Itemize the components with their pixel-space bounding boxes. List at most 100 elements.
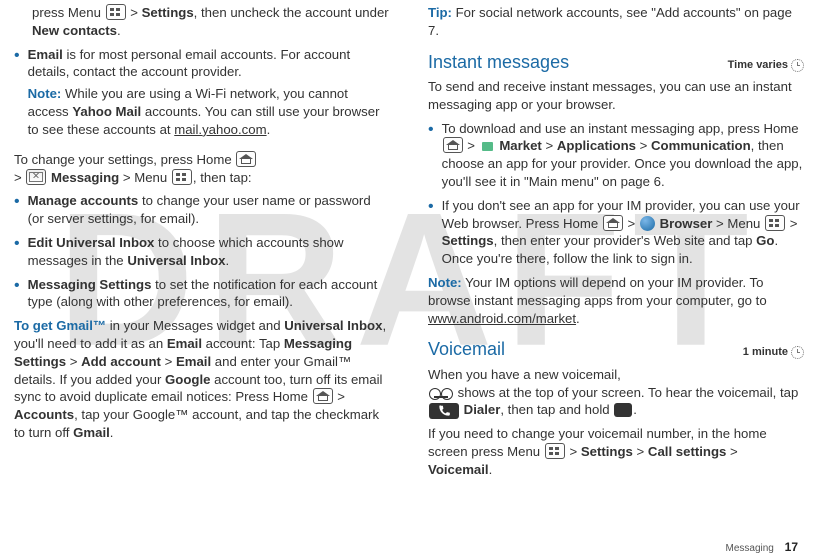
text: > <box>14 170 25 185</box>
text: account: Tap <box>202 336 284 351</box>
text: > <box>633 444 648 459</box>
clock-icon <box>791 346 804 359</box>
text: . <box>267 122 271 137</box>
bullet-dot-icon: • <box>14 192 28 228</box>
text: in your Messages widget and <box>106 318 284 333</box>
text: , then uncheck the account under <box>194 5 389 20</box>
home-icon <box>313 388 333 404</box>
home-icon <box>443 137 463 153</box>
text: . <box>117 23 121 38</box>
voicemail-icon <box>429 387 453 399</box>
yahoo-mail-label: Yahoo Mail <box>72 104 141 119</box>
right-column: Tip: For social network accounts, see "A… <box>428 0 804 485</box>
market-label: Market <box>499 138 542 153</box>
text: , then tap and hold <box>500 402 613 417</box>
text: , then enter your provider's Web site an… <box>494 233 757 248</box>
bullet-im-browser: • If you don't see an app for your IM pr… <box>428 197 804 268</box>
universal-inbox-label: Universal Inbox <box>284 318 382 333</box>
footer-page-number: 17 <box>785 540 798 554</box>
text: . <box>633 402 637 417</box>
bullet-dot-icon: • <box>14 46 28 145</box>
text: > <box>130 5 141 20</box>
market-icon <box>480 138 495 153</box>
bullet-manage-accounts: • Manage accounts to change your user na… <box>14 192 390 228</box>
text: Your IM options will depend on your IM p… <box>428 275 767 308</box>
gmail-label: Gmail <box>73 425 110 440</box>
vm-paragraph-1: When you have a new voicemail, shows at … <box>428 366 804 420</box>
bullet-dot-icon: • <box>428 120 442 191</box>
time-text: 1 minute <box>743 345 788 360</box>
top-continuation: press Menu > Settings, then uncheck the … <box>32 4 390 40</box>
bullet-edit-universal-inbox: • Edit Universal Inbox to choose which a… <box>14 234 390 270</box>
applications-label: Applications <box>557 138 636 153</box>
time-badge: Time varies <box>728 58 804 73</box>
add-account-label: Add account <box>81 354 161 369</box>
text: > <box>66 354 81 369</box>
bullet-im-download: • To download and use an instant messagi… <box>428 120 804 191</box>
android-market-link[interactable]: www.android.com/market <box>428 311 576 326</box>
mail-yahoo-link[interactable]: mail.yahoo.com <box>174 122 266 137</box>
heading-text: Voicemail <box>428 337 505 361</box>
browser-label: Browser <box>660 216 713 231</box>
text: , then tap: <box>193 170 252 185</box>
email-label: Email <box>28 47 63 62</box>
menu-icon <box>765 215 785 231</box>
bullet-email: • Email is for most personal email accou… <box>14 46 390 145</box>
left-column: press Menu > Settings, then uncheck the … <box>14 0 390 485</box>
manage-accounts-label: Manage accounts <box>28 193 139 208</box>
text: > <box>334 389 345 404</box>
vm-paragraph-2: If you need to change your voicemail num… <box>428 425 804 478</box>
menu-icon <box>545 443 565 459</box>
email-label: Email <box>167 336 202 351</box>
text: > <box>636 138 651 153</box>
settings-label: Settings <box>142 5 194 20</box>
mail-icon <box>26 169 46 185</box>
im-intro: To send and receive instant messages, yo… <box>428 78 804 114</box>
dialer-label: Dialer <box>464 402 501 417</box>
bullet-dot-icon: • <box>14 276 28 312</box>
communication-label: Communication <box>651 138 751 153</box>
text: When you have a new voicemail, <box>428 367 621 382</box>
universal-inbox-label: Universal Inbox <box>127 253 225 268</box>
home-icon <box>236 151 256 167</box>
clock-icon <box>791 59 804 72</box>
go-label: Go <box>756 233 774 248</box>
key-1-icon <box>614 403 632 417</box>
text: . <box>226 253 230 268</box>
bullet-dot-icon: • <box>428 197 442 268</box>
email-label: Email <box>176 354 211 369</box>
settings-label: Settings <box>442 233 494 248</box>
page-content: press Menu > Settings, then uncheck the … <box>0 0 818 485</box>
instant-messages-heading: Instant messages Time varies <box>428 50 804 74</box>
voicemail-label: Voicemail <box>428 462 489 477</box>
text: . <box>576 311 580 326</box>
text: To download and use an instant messaging… <box>442 121 799 136</box>
text: > <box>786 216 797 231</box>
note-label: Note: <box>28 86 62 101</box>
text: . <box>110 425 114 440</box>
text: > <box>566 444 581 459</box>
text: For social network accounts, see "Add ac… <box>428 5 792 38</box>
edit-uinbox-label: Edit Universal Inbox <box>28 235 155 250</box>
voicemail-heading: Voicemail 1 minute <box>428 337 804 361</box>
bullet-dot-icon: • <box>14 234 28 270</box>
text: > <box>464 138 479 153</box>
bullet-messaging-settings: • Messaging Settings to set the notifica… <box>14 276 390 312</box>
heading-text: Instant messages <box>428 50 569 74</box>
call-settings-label: Call settings <box>648 444 726 459</box>
text: > <box>624 216 639 231</box>
google-label: Google <box>165 372 210 387</box>
text: . <box>489 462 493 477</box>
menu-icon <box>106 4 126 20</box>
gmail-paragraph: To get Gmail™ in your Messages widget an… <box>14 317 390 442</box>
text: press Menu <box>32 5 101 20</box>
tip-paragraph: Tip: For social network accounts, see "A… <box>428 4 804 40</box>
to-get-gmail-link[interactable]: To get Gmail™ <box>14 318 106 333</box>
text: > <box>726 444 737 459</box>
settings-label: Settings <box>581 444 633 459</box>
im-note: Note: Your IM options will depend on you… <box>428 274 804 327</box>
menu-icon <box>172 169 192 185</box>
text: To change your settings, press Home <box>14 152 232 167</box>
messaging-label: Messaging <box>51 170 119 185</box>
messaging-settings-label: Messaging Settings <box>28 277 152 292</box>
